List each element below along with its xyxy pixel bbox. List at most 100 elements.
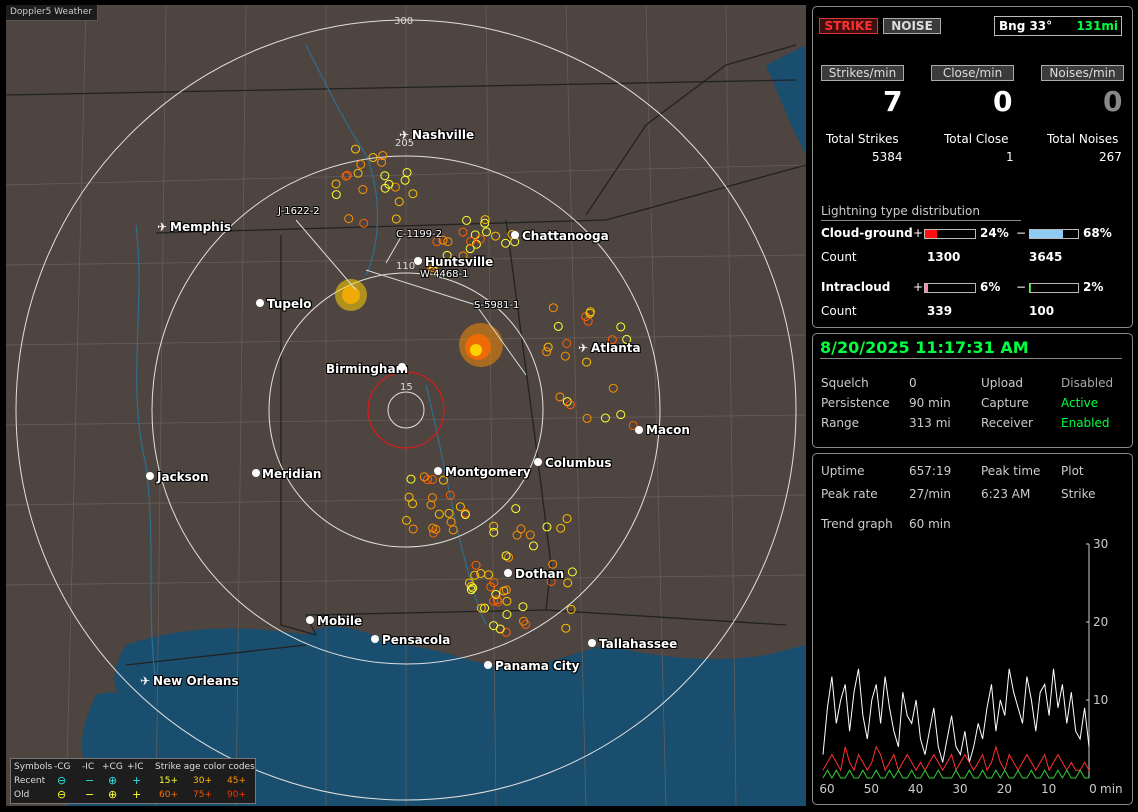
x-tick-label: 0 <box>1089 782 1097 796</box>
city-label: New Orleans <box>153 674 239 688</box>
range-value: 313 mi <box>909 416 951 430</box>
strike-symbol <box>582 357 592 367</box>
strike-symbol <box>426 500 436 510</box>
strike-symbol <box>448 525 458 535</box>
x-tick-label: 10 <box>1041 782 1056 796</box>
ring-label-300: 300 <box>394 16 414 27</box>
age-code: 60+ <box>159 790 178 800</box>
symbol-legend: Symbols -CG -IC +CG +IC Strike age color… <box>10 758 256 804</box>
age-code: 75+ <box>193 790 212 800</box>
ic-neg-bar <box>1029 283 1079 293</box>
strike-symbol <box>443 237 453 247</box>
x-tick-label: 40 <box>908 782 923 796</box>
trend-series-1 <box>822 744 1090 772</box>
strike-symbol <box>408 189 418 199</box>
strike-symbol <box>502 610 512 620</box>
storm-label[interactable]: W-4468-1 <box>420 269 469 280</box>
ic-neg-pct: 2% <box>1083 280 1104 294</box>
x-tick-label: 50 <box>864 782 879 796</box>
upload-label: Upload <box>981 376 1024 390</box>
strike-symbol <box>543 342 553 352</box>
strike-symbol <box>350 144 360 154</box>
trend-series-0 <box>822 668 1090 763</box>
strike-symbol <box>402 515 412 525</box>
receiver-value: Enabled <box>1061 416 1110 430</box>
strike-symbol <box>434 509 444 519</box>
total-noises: 267 <box>1099 150 1122 164</box>
total-strikes: 5384 <box>872 150 903 164</box>
ic-label: Intracloud <box>821 280 891 294</box>
city-label: Atlanta <box>591 341 641 355</box>
strike-symbol <box>427 493 437 503</box>
city-dot <box>588 639 596 647</box>
city-label: Tallahassee <box>599 637 678 651</box>
squelch-label: Squelch <box>821 376 869 390</box>
city-dot <box>146 472 154 480</box>
city-label: Tupelo <box>267 297 312 311</box>
strike-symbol <box>548 303 558 313</box>
city-dot <box>256 299 264 307</box>
storm-label[interactable]: S-5981-1 <box>474 300 519 311</box>
storm-label[interactable]: J-1622-2 <box>278 206 320 217</box>
city-label: Huntsville <box>425 255 494 269</box>
city-label: Montgomery <box>445 465 531 479</box>
x-tick-label: 20 <box>997 782 1012 796</box>
strike-symbol <box>489 527 499 537</box>
strike-button[interactable]: STRIKE <box>819 18 878 34</box>
neg-ic-recent-icon: − <box>85 774 95 787</box>
strike-symbol <box>561 623 571 633</box>
range-label: Range <box>821 416 860 430</box>
y-tick-label: 30 <box>1093 537 1108 551</box>
cg-pos-bar <box>924 229 976 239</box>
strike-symbol <box>471 560 481 570</box>
strike-symbol <box>563 578 573 588</box>
lightning-map[interactable]: 300 205 110 15 J-1622-2 C-1199-2 W-4468-… <box>6 5 806 806</box>
receiver-label: Receiver <box>981 416 1033 430</box>
strike-symbol <box>462 215 472 225</box>
city-dot <box>534 458 542 466</box>
strike-symbol <box>481 227 491 237</box>
noises-per-min: 0 <box>1103 85 1123 118</box>
legend-col: +CG <box>102 762 123 772</box>
strike-symbol <box>501 551 511 561</box>
strike-symbol <box>458 227 468 237</box>
city-label: Memphis <box>170 220 231 234</box>
strike-symbol <box>400 175 410 185</box>
cg-neg-fill <box>1030 230 1063 238</box>
strike-symbol <box>525 530 535 540</box>
total-close: 1 <box>1006 150 1014 164</box>
strike-symbol <box>567 567 577 577</box>
cg-neg-count: 3645 <box>1029 250 1063 264</box>
x-tick-label: 30 <box>952 782 967 796</box>
city-dot <box>434 467 442 475</box>
ic-pos-pct: 6% <box>980 280 1001 294</box>
cg-neg-bar <box>1029 229 1079 239</box>
city-dot <box>504 569 512 577</box>
legend-col: +IC <box>127 762 144 772</box>
ring-label-15: 15 <box>400 382 413 393</box>
strike-symbol <box>600 413 610 423</box>
ic-neg-count: 100 <box>1029 304 1055 318</box>
close-min-button[interactable]: Close/min <box>931 65 1014 81</box>
strike-symbol <box>528 541 538 551</box>
total-noises-label: Total Noises <box>1047 132 1119 146</box>
strike-symbol <box>427 475 437 485</box>
bearing-range: 131mi <box>1076 19 1118 33</box>
airport-icon: ✈ <box>140 674 151 688</box>
x-tick-label: 60 <box>819 782 834 796</box>
persistence-value: 90 min <box>909 396 951 410</box>
noise-button[interactable]: NOISE <box>883 18 941 34</box>
trend-panel: Uptime 657:19 Peak time Plot Peak rate 2… <box>812 453 1133 805</box>
cg-plus: + <box>913 226 924 240</box>
ic-count-label: Count <box>821 304 857 318</box>
trend-graph: 30 20 10 60 50 40 30 20 10 0 min <box>819 537 1122 796</box>
storm-label[interactable]: C-1199-2 <box>396 229 442 240</box>
neg-cg-old-icon: ⊖ <box>57 788 67 801</box>
noises-min-button[interactable]: Noises/min <box>1041 65 1124 81</box>
ic-pos-fill <box>925 284 928 292</box>
strike-symbol <box>616 322 626 332</box>
strike-symbol <box>331 190 341 200</box>
strikes-min-button[interactable]: Strikes/min <box>821 65 904 81</box>
strike-symbol <box>358 185 368 195</box>
strike-symbol <box>491 589 501 599</box>
